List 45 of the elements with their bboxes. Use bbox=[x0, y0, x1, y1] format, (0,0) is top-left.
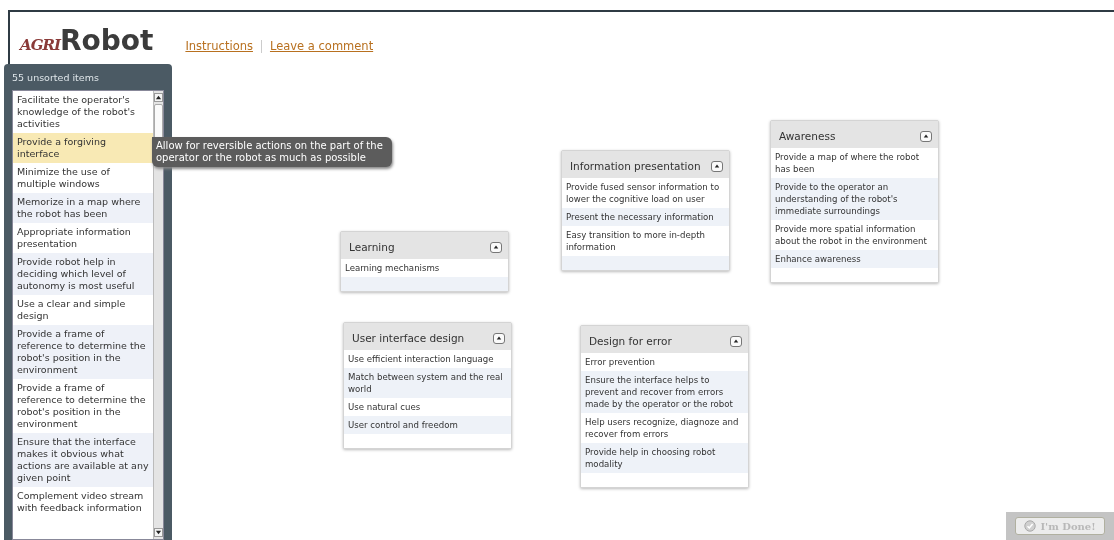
collapse-button[interactable] bbox=[711, 160, 723, 172]
card-item[interactable]: Error prevention bbox=[581, 353, 748, 371]
card-item[interactable]: Use efficient interaction language bbox=[344, 350, 511, 368]
card-item[interactable]: Match between system and the real world bbox=[344, 368, 511, 398]
header-link[interactable]: Instructions bbox=[185, 39, 253, 53]
collapse-button[interactable] bbox=[493, 332, 505, 344]
category-title: Awareness bbox=[779, 130, 836, 142]
check-circle-icon bbox=[1024, 520, 1037, 532]
collapse-button[interactable] bbox=[920, 130, 932, 142]
list-item[interactable]: Ensure that the interface makes it obvious what actions are available at any given point bbox=[13, 433, 153, 487]
logo-text: Robot bbox=[59, 26, 154, 56]
card-item[interactable]: Learning mechanisms bbox=[341, 259, 508, 277]
header-link[interactable]: Leave a comment bbox=[269, 39, 374, 53]
category-title: Learning bbox=[349, 241, 395, 253]
caret-icon bbox=[493, 244, 499, 250]
collapse-button[interactable] bbox=[490, 241, 502, 253]
caret-icon bbox=[714, 163, 720, 169]
card-item[interactable]: Use natural cues bbox=[344, 398, 511, 416]
card-item[interactable]: Provide help in choosing robot modality bbox=[581, 443, 748, 473]
category-title: Design for error bbox=[589, 335, 672, 347]
category-title: Information presentation bbox=[570, 160, 701, 172]
list-item[interactable]: Memorize in a map where the robot has been bbox=[13, 193, 153, 223]
card-item[interactable]: Provide to the operator an understanding of the robot's immediate surroundings bbox=[771, 178, 938, 220]
list-item[interactable]: Provide robot help in deciding which level of autonomy is most useful bbox=[13, 253, 153, 295]
category-title: User interface design bbox=[352, 332, 465, 344]
logo-mark: AGRI bbox=[20, 36, 60, 54]
card-item[interactable]: Help users recognize, diagnoze and recover from errors bbox=[581, 413, 748, 443]
card-item[interactable]: Easy transition to more in-depth information bbox=[562, 226, 729, 256]
collapse-button[interactable] bbox=[730, 335, 742, 347]
caret-icon bbox=[496, 335, 502, 341]
unsorted-count: 55 unsorted items bbox=[12, 72, 100, 83]
list-item[interactable]: Provide a frame of reference to determine the robot's position in the environment bbox=[13, 325, 153, 379]
scroll-down-icon[interactable] bbox=[154, 528, 163, 537]
card-item[interactable]: User control and freedom bbox=[344, 416, 511, 434]
card-item[interactable]: Provide a map of where the robot has been bbox=[771, 148, 938, 178]
list-item[interactable]: Provide a forgiving interface bbox=[13, 133, 153, 163]
caret-icon bbox=[923, 133, 929, 139]
scroll-up-icon[interactable] bbox=[154, 93, 163, 102]
card-item[interactable]: Ensure the interface helps to prevent and recover from errors made by the operator or the robot bbox=[581, 371, 748, 413]
card-item[interactable]: Present the necessary information bbox=[562, 208, 729, 226]
tooltip: Allow for reversible actions on the part of the operator or the robot as much as possible bbox=[152, 137, 392, 167]
caret-icon bbox=[733, 338, 739, 344]
card-item[interactable]: Provide fused sensor information to lower the cognitive load on user bbox=[562, 178, 729, 208]
card-item[interactable]: Provide more spatial information about the robot in the environment bbox=[771, 220, 938, 250]
card-item[interactable]: Enhance awareness bbox=[771, 250, 938, 268]
